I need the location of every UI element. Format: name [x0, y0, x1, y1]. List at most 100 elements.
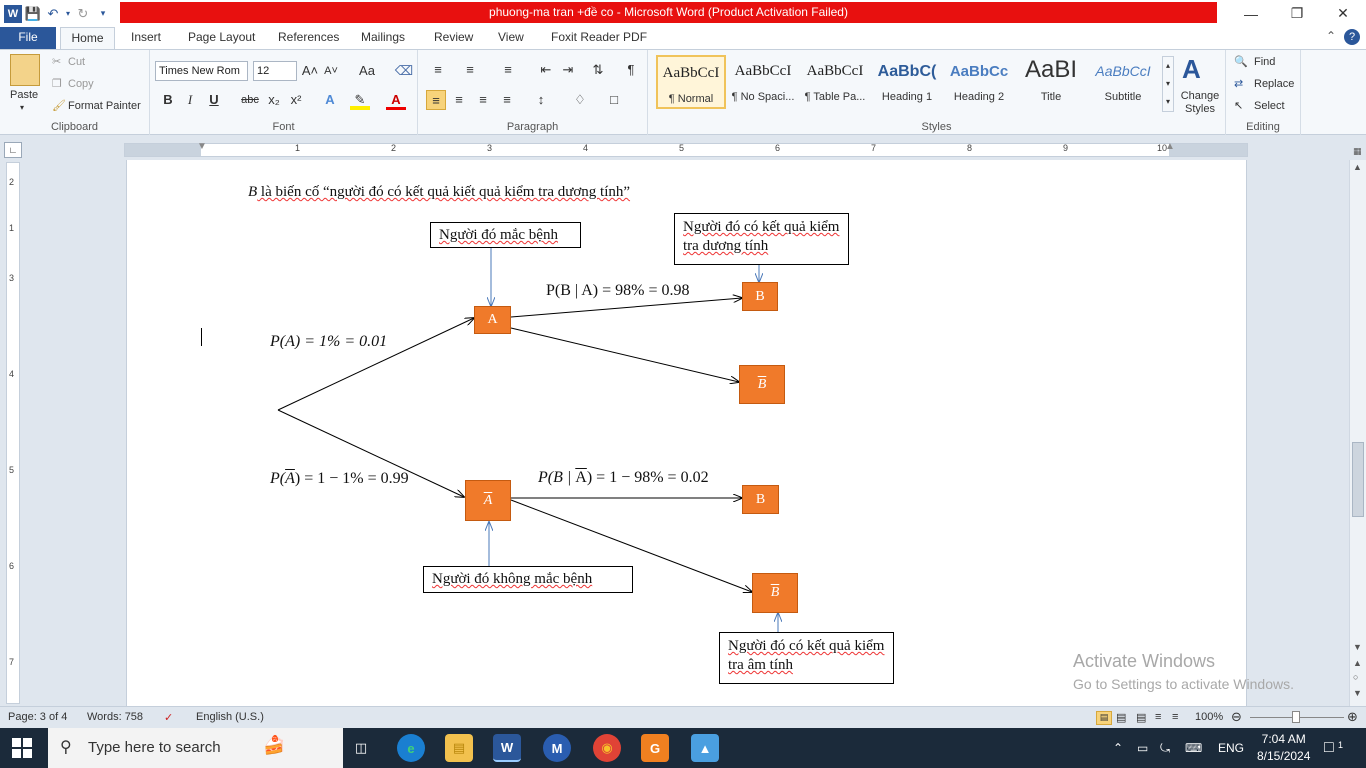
format-painter-button[interactable]: Format Painter: [68, 100, 141, 112]
show-hide-icon[interactable]: ¶: [621, 60, 641, 80]
outline-icon[interactable]: ≡: [1155, 711, 1161, 723]
zoom-slider-thumb[interactable]: [1292, 711, 1300, 723]
copy-button[interactable]: Copy: [68, 78, 94, 90]
style-heading-2[interactable]: AaBbCc Heading 2: [944, 55, 1014, 109]
page-count[interactable]: Page: 3 of 4: [8, 711, 67, 723]
vertical-ruler[interactable]: 2 1 3 4 5 6 7: [6, 162, 20, 704]
web-layout-icon[interactable]: ▤: [1136, 711, 1146, 724]
node-b-bar-2[interactable]: B: [752, 573, 798, 613]
node-b-bar-1[interactable]: B: [739, 365, 785, 404]
mathtype-icon[interactable]: M: [543, 734, 571, 762]
scroll-down-icon[interactable]: ▼: [1353, 642, 1362, 652]
tab-file[interactable]: File: [0, 27, 56, 49]
label-sick[interactable]: Người đó mắc bệnh: [430, 222, 581, 248]
text-effects-icon[interactable]: A: [320, 90, 340, 110]
language-indicator[interactable]: English (U.S.): [196, 711, 264, 723]
file-explorer-icon[interactable]: ▤: [445, 734, 473, 762]
increase-indent-icon[interactable]: ⇥: [558, 60, 578, 80]
tab-home[interactable]: Home: [60, 27, 115, 50]
label-not-sick[interactable]: Người đó không mắc bệnh: [423, 566, 633, 593]
cut-button[interactable]: Cut: [68, 56, 85, 68]
change-case-button[interactable]: Aa: [354, 61, 380, 81]
style-heading-1[interactable]: AaBbC( Heading 1: [872, 55, 942, 109]
tab-insert[interactable]: Insert: [131, 27, 161, 49]
edge-icon[interactable]: e: [397, 734, 425, 762]
replace-button[interactable]: Replace: [1254, 78, 1294, 90]
paste-icon[interactable]: [10, 54, 40, 86]
underline-button[interactable]: U: [204, 90, 224, 110]
label-positive[interactable]: Người đó có kết quả kiểm tra dương tính: [674, 213, 849, 265]
print-layout-icon[interactable]: ▤: [1096, 711, 1112, 725]
proofing-icon[interactable]: ✓: [164, 711, 173, 724]
photos-icon[interactable]: ▲: [691, 734, 719, 762]
multilevel-list-icon[interactable]: ≡: [498, 60, 518, 80]
find-button[interactable]: Find: [1254, 56, 1275, 68]
style-normal[interactable]: AaBbCcI ¶ Normal: [656, 55, 726, 109]
numbering-icon[interactable]: ≡: [460, 60, 480, 80]
tray-chevron-icon[interactable]: ⌃: [1113, 728, 1123, 768]
styles-scroll[interactable]: ▴ ▾ ▾: [1162, 56, 1174, 112]
full-screen-reading-icon[interactable]: ▤: [1116, 711, 1126, 724]
event-b-line[interactable]: B là biến cố “người đó có kết quả kiết q…: [248, 184, 630, 201]
save-icon[interactable]: 💾: [24, 5, 42, 23]
minimize-icon[interactable]: —: [1228, 0, 1274, 27]
superscript-button[interactable]: x²: [286, 90, 306, 110]
align-left-icon[interactable]: ≡: [426, 90, 446, 110]
bold-button[interactable]: B: [158, 90, 178, 110]
style-no-spacing[interactable]: AaBbCcI ¶ No Spaci...: [728, 55, 798, 109]
node-a[interactable]: A: [474, 306, 511, 334]
justify-icon[interactable]: ≡: [497, 90, 517, 110]
foxit-pdf-icon[interactable]: G: [641, 734, 669, 762]
windows-start-icon[interactable]: [12, 738, 32, 758]
align-center-icon[interactable]: ≡: [449, 90, 469, 110]
indent-marker-icon[interactable]: ▼: [197, 141, 207, 152]
label-negative[interactable]: Người đó có kết quả kiểm tra âm tính: [719, 632, 894, 684]
network-icon[interactable]: ⤿: [1160, 728, 1170, 768]
tab-review[interactable]: Review: [434, 27, 473, 49]
customize-qat-icon[interactable]: ▾: [94, 5, 112, 23]
font-size-box[interactable]: 12: [253, 61, 297, 81]
paste-button[interactable]: Paste: [10, 89, 38, 101]
shrink-font-icon[interactable]: A˅: [321, 61, 341, 81]
scroll-thumb[interactable]: [1352, 442, 1364, 517]
battery-icon[interactable]: ▭: [1137, 728, 1148, 768]
clock[interactable]: 7:04 AM 8/15/2024: [1257, 728, 1310, 768]
style-title[interactable]: AaBI Title: [1016, 55, 1086, 109]
style-table-paragraph[interactable]: AaBbCcI ¶ Table Pa...: [800, 55, 870, 109]
bullets-icon[interactable]: ≡: [428, 60, 448, 80]
browse-object-icon[interactable]: ○: [1353, 672, 1358, 682]
grow-font-icon[interactable]: A˄: [300, 61, 320, 81]
tab-page-layout[interactable]: Page Layout: [188, 27, 255, 49]
right-indent-marker-icon[interactable]: ▲: [1165, 141, 1175, 152]
keyboard-icon[interactable]: ⌨: [1185, 728, 1202, 768]
prob-a-bar[interactable]: P(A) = 1 − 1% = 0.99: [270, 470, 409, 488]
prob-b-given-a-bar[interactable]: P(B | A) = 1 − 98% = 0.02: [538, 469, 709, 487]
word-taskbar-icon[interactable]: W: [493, 734, 521, 762]
change-styles-button[interactable]: Change Styles: [1178, 90, 1222, 116]
line-spacing-icon[interactable]: ↕: [531, 90, 551, 110]
taskbar-search-box[interactable]: ⚲ Type here to search 🍰: [48, 728, 343, 768]
zoom-level[interactable]: 100%: [1195, 711, 1223, 723]
clear-formatting-icon[interactable]: ⌫: [394, 61, 414, 81]
tab-selector[interactable]: ∟: [4, 142, 22, 158]
decrease-indent-icon[interactable]: ⇤: [536, 60, 556, 80]
prob-b-given-a[interactable]: P(B | A) = 98% = 0.98: [546, 282, 689, 300]
draft-icon[interactable]: ≡: [1172, 711, 1178, 723]
tab-view[interactable]: View: [498, 27, 524, 49]
subscript-button[interactable]: x₂: [264, 90, 284, 110]
font-color-icon[interactable]: A: [386, 90, 406, 110]
italic-button[interactable]: I: [180, 90, 200, 110]
scroll-up-icon[interactable]: ▲: [1353, 162, 1362, 172]
shading-icon[interactable]: ♢: [570, 90, 590, 110]
select-button[interactable]: Select: [1254, 100, 1285, 112]
close-icon[interactable]: ✕: [1320, 0, 1366, 27]
minimize-ribbon-icon[interactable]: ⌃: [1326, 29, 1336, 45]
notifications-icon[interactable]: □: [1324, 728, 1334, 768]
font-name-box[interactable]: Times New Rom: [155, 61, 248, 81]
paste-dropdown-icon[interactable]: ▾: [20, 103, 24, 112]
highlight-icon[interactable]: ✎: [350, 90, 370, 110]
align-right-icon[interactable]: ≡: [473, 90, 493, 110]
undo-dropdown-icon[interactable]: ▾: [64, 5, 72, 23]
tab-foxit-reader-pdf[interactable]: Foxit Reader PDF: [551, 27, 647, 49]
vertical-scrollbar[interactable]: ▦ ▲ ▼ ▲ ○ ▼: [1349, 146, 1366, 706]
